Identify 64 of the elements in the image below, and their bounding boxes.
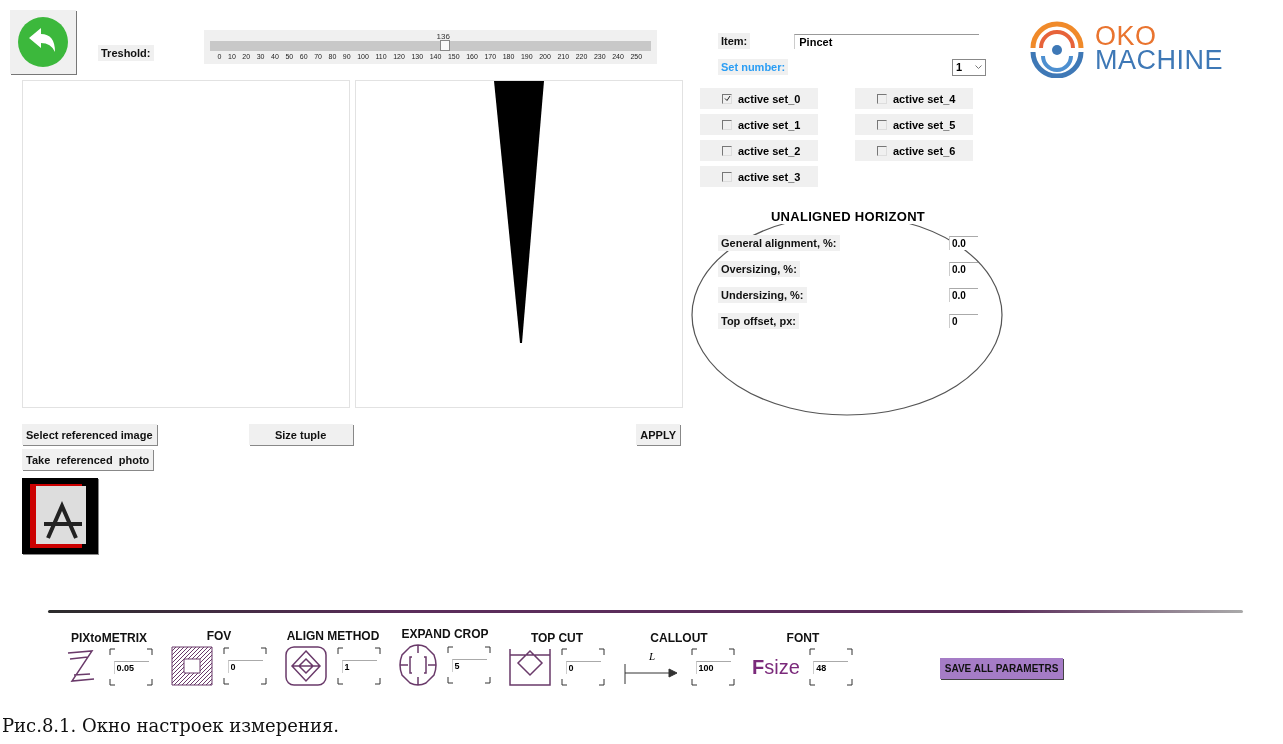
field-label: Top offset, px: bbox=[718, 313, 799, 329]
slider-thumb[interactable] bbox=[439, 40, 450, 51]
parameter-title: PIXtoMETRIX bbox=[71, 631, 147, 645]
set-checkbox[interactable]: active set_3 bbox=[700, 166, 818, 187]
field-label: General alignment, %: bbox=[718, 235, 840, 251]
checkbox[interactable] bbox=[722, 171, 732, 182]
figure-caption: Рис.8.1. Окно настроек измерения. bbox=[1, 714, 340, 736]
back-button[interactable] bbox=[10, 10, 76, 74]
length-label: L bbox=[648, 650, 656, 662]
field-label: Oversizing, %: bbox=[718, 261, 800, 277]
checkbox[interactable] bbox=[877, 119, 887, 130]
slider-reading: 136 bbox=[436, 32, 450, 41]
app-icon-button[interactable] bbox=[22, 478, 98, 554]
checkbox[interactable] bbox=[722, 119, 732, 130]
checkbox[interactable] bbox=[877, 93, 887, 104]
checkbox[interactable] bbox=[722, 145, 732, 156]
select-image-button[interactable]: Select referenced image bbox=[22, 424, 157, 445]
parameter-title: FONT bbox=[786, 631, 820, 645]
parameter-title: EXPAND CROP bbox=[401, 627, 489, 641]
size-tuple-button[interactable]: Size tuple bbox=[248, 424, 353, 445]
parameter-title: TOP CUT bbox=[530, 631, 584, 645]
logo-text: OKO MACHINE bbox=[1095, 23, 1223, 73]
parameter-field[interactable]: 5 bbox=[451, 658, 487, 672]
parameter-title: CALLOUT bbox=[650, 631, 708, 645]
value-field[interactable]: 0.0 bbox=[949, 288, 978, 302]
field-label: Undersizing, %: bbox=[718, 287, 807, 303]
parameter-field[interactable]: 0.05 bbox=[113, 660, 149, 674]
parameter-field[interactable]: 0 bbox=[565, 660, 601, 674]
parameter-title: FOV bbox=[206, 629, 232, 643]
corner-marks-icon bbox=[108, 647, 154, 687]
corner-marks-icon bbox=[446, 645, 492, 685]
value-field[interactable]: 0.0 bbox=[949, 262, 978, 276]
value-field[interactable]: 0.0 bbox=[949, 236, 978, 250]
expand-crop-icon bbox=[398, 643, 438, 687]
set-checkbox[interactable]: active set_4 bbox=[855, 88, 973, 109]
item-label: Item: bbox=[718, 33, 751, 49]
take-photo-button[interactable]: Take referenced photo bbox=[22, 449, 154, 470]
parameter-field[interactable]: 100 bbox=[695, 660, 731, 674]
set-checkbox[interactable]: active set_0 bbox=[700, 88, 818, 109]
set-number-dropdown[interactable]: 1 bbox=[952, 58, 986, 76]
set-checkbox[interactable]: active set_1 bbox=[700, 114, 818, 135]
set-checkbox[interactable]: active set_5 bbox=[855, 114, 973, 135]
corner-marks-icon bbox=[560, 647, 606, 687]
threshold-label: Treshold: bbox=[98, 45, 154, 61]
save-button[interactable]: SAVE ALL PARAMETRS bbox=[939, 658, 1064, 679]
item-field[interactable]: Pincet bbox=[794, 33, 980, 49]
set-checkbox[interactable]: active set_2 bbox=[700, 140, 818, 161]
checkbox[interactable] bbox=[722, 93, 732, 104]
corner-marks-icon bbox=[690, 647, 736, 687]
set-checkbox[interactable]: active set_6 bbox=[855, 140, 973, 161]
parameter-field[interactable]: 48 bbox=[813, 660, 849, 674]
parameter-field[interactable]: 1 bbox=[341, 659, 377, 673]
parameter-title: ALIGN METHOD bbox=[286, 629, 380, 643]
checkbox[interactable] bbox=[877, 145, 887, 156]
value-field[interactable]: 0 bbox=[949, 314, 978, 328]
font-size-label: Fsize bbox=[752, 655, 800, 679]
corner-marks-icon bbox=[336, 646, 382, 686]
corner-marks-icon bbox=[807, 647, 854, 687]
caret-icon bbox=[975, 65, 982, 69]
corner-marks-icon bbox=[222, 646, 268, 686]
set-number-label: Set number: bbox=[718, 59, 789, 75]
apply-button[interactable]: APPLY bbox=[636, 424, 680, 445]
top-cut-icon bbox=[508, 647, 552, 687]
parameter-field[interactable]: 0 bbox=[227, 659, 263, 673]
